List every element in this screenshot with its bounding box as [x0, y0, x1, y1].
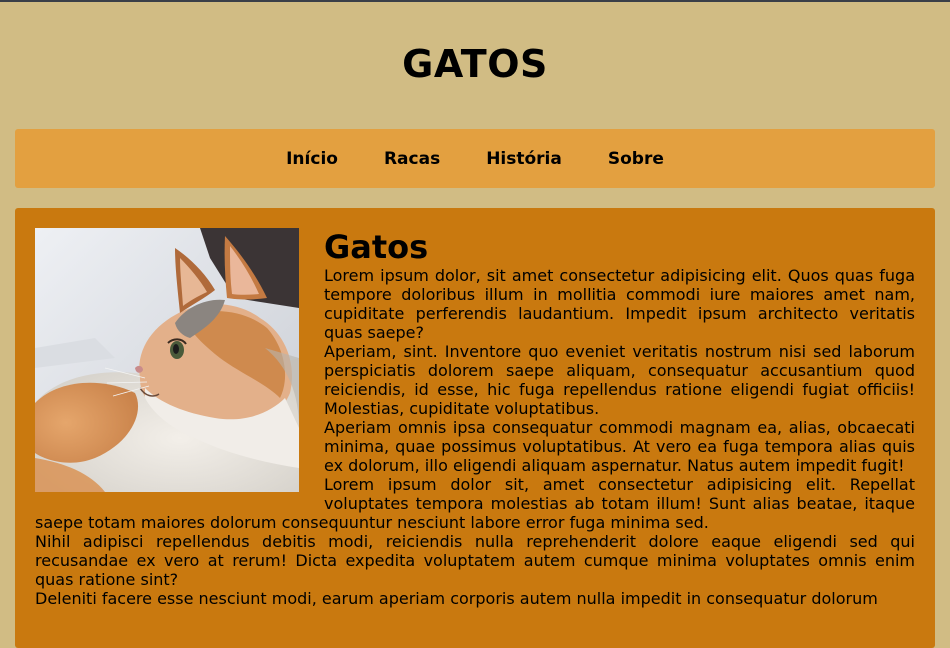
nav-item-racas[interactable]: Racas: [384, 149, 440, 169]
article-paragraph: Nihil adipisci repellendus debitis modi,…: [35, 532, 915, 589]
nav-item-historia[interactable]: História: [486, 149, 562, 169]
site-title: GATOS: [402, 41, 548, 86]
site-header: GATOS: [0, 2, 950, 129]
nav-item-inicio[interactable]: Início: [286, 149, 338, 169]
main-nav: Início Racas História Sobre: [15, 129, 935, 188]
nav-item-sobre[interactable]: Sobre: [608, 149, 664, 169]
cat-photo: [35, 228, 299, 492]
main-content: Gatos Lorem ipsum dolor, sit amet consec…: [15, 208, 935, 648]
article-paragraph: Deleniti facere esse nesciunt modi, earu…: [35, 589, 878, 608]
